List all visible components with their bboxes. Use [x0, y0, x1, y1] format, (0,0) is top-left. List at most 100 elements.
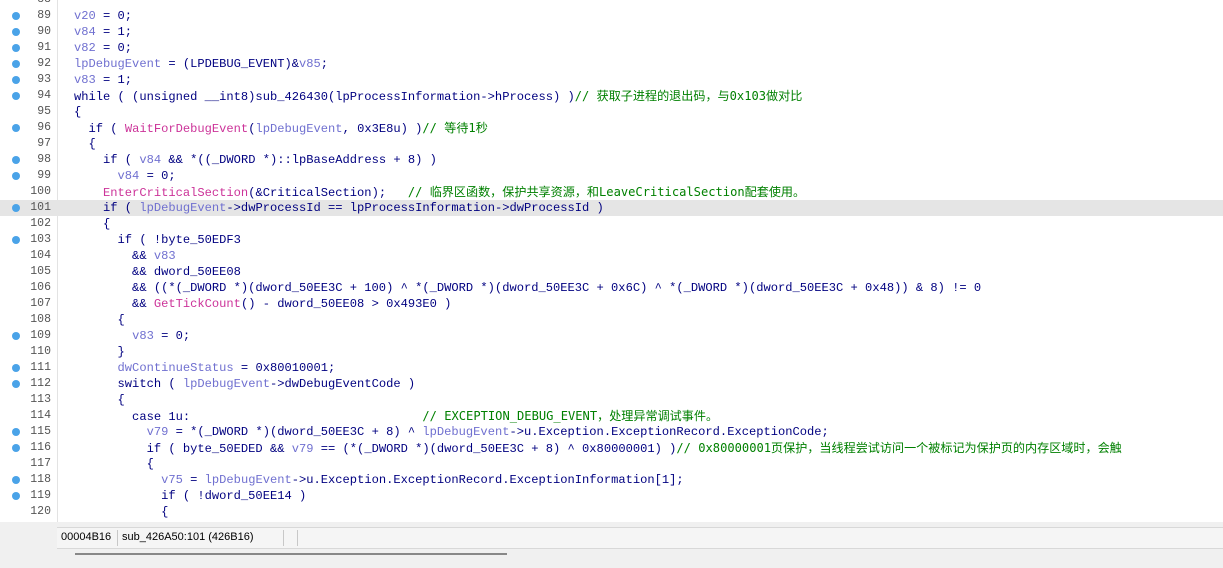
code-line[interactable]: 107 && GetTickCount() - dword_50EE08 > 0…: [0, 296, 1223, 312]
breakpoint-marker-icon[interactable]: [12, 124, 20, 132]
code-line[interactable]: 94 while ( (unsigned __int8)sub_426430(lp…: [0, 88, 1223, 104]
breakpoint-marker-icon[interactable]: [12, 92, 20, 100]
breakpoint-marker-icon[interactable]: [12, 364, 20, 372]
code-line[interactable]: 119 if ( !dword_50EE14 ): [0, 488, 1223, 504]
gutter-cell[interactable]: 90: [0, 24, 57, 40]
code-text[interactable]: v20 = 0;: [74, 8, 132, 24]
code-line[interactable]: 104 && v83: [0, 248, 1223, 264]
code-text[interactable]: {: [74, 312, 125, 328]
code-line-current[interactable]: 101 if ( lpDebugEvent->dwProcessId == lp…: [0, 200, 1223, 216]
code-text[interactable]: if ( WaitForDebugEvent(lpDebugEvent, 0x3…: [74, 120, 488, 137]
code-text[interactable]: {: [74, 136, 96, 152]
breakpoint-marker-icon[interactable]: [12, 76, 20, 84]
gutter-cell[interactable]: 118: [0, 472, 57, 488]
pseudocode-editor[interactable]: 88 89 v20 = 0; 90 v84 = 1; 91 v82 = 0; 92 lpDeb…: [0, 0, 1223, 522]
gutter-cell[interactable]: 119: [0, 488, 57, 504]
code-line[interactable]: 108 {: [0, 312, 1223, 328]
code-text[interactable]: v75 = lpDebugEvent->u.Exception.Exceptio…: [74, 472, 684, 488]
breakpoint-marker-icon[interactable]: [12, 156, 20, 164]
code-text[interactable]: {: [74, 456, 154, 472]
code-text[interactable]: v84 = 0;: [74, 168, 176, 184]
code-line[interactable]: 116 if ( byte_50EDED && v79 == (*(_DWORD…: [0, 440, 1223, 456]
code-line[interactable]: 98 if ( v84 && *((_DWORD *)::lpBaseAddre…: [0, 152, 1223, 168]
gutter-cell[interactable]: 100: [0, 184, 57, 200]
gutter-cell[interactable]: 113: [0, 392, 57, 408]
breakpoint-marker-icon[interactable]: [12, 428, 20, 436]
gutter-cell[interactable]: 95: [0, 104, 57, 120]
scrollbar-thumb[interactable]: [75, 553, 507, 555]
code-line[interactable]: 111 dwContinueStatus = 0x80010001;: [0, 360, 1223, 376]
gutter-cell[interactable]: 89: [0, 8, 57, 24]
gutter-cell[interactable]: 120: [0, 504, 57, 520]
breakpoint-marker-icon[interactable]: [12, 12, 20, 20]
code-line[interactable]: 105 && dword_50EE08: [0, 264, 1223, 280]
breakpoint-marker-icon[interactable]: [12, 172, 20, 180]
gutter-cell[interactable]: 98: [0, 152, 57, 168]
code-line[interactable]: 117 {: [0, 456, 1223, 472]
code-text[interactable]: {: [74, 392, 125, 408]
code-line[interactable]: 102 {: [0, 216, 1223, 232]
code-text[interactable]: dwContinueStatus = 0x80010001;: [74, 360, 336, 376]
breakpoint-marker-icon[interactable]: [12, 204, 20, 212]
code-line[interactable]: 89 v20 = 0;: [0, 8, 1223, 24]
gutter-cell[interactable]: 115: [0, 424, 57, 440]
gutter-cell[interactable]: 94: [0, 88, 57, 104]
code-line[interactable]: 114 case 1u: // EXCEPTION_DEBUG_EVENT，处理…: [0, 408, 1223, 424]
gutter-cell[interactable]: 103: [0, 232, 57, 248]
code-text[interactable]: if ( !byte_50EDF3: [74, 232, 241, 248]
code-text[interactable]: v84 = 1;: [74, 24, 132, 40]
gutter-cell[interactable]: 91: [0, 40, 57, 56]
breakpoint-marker-icon[interactable]: [12, 28, 20, 36]
gutter-cell[interactable]: 108: [0, 312, 57, 328]
breakpoint-marker-icon[interactable]: [12, 44, 20, 52]
code-line[interactable]: 91 v82 = 0;: [0, 40, 1223, 56]
code-line[interactable]: 118 v75 = lpDebugEvent->u.Exception.Exce…: [0, 472, 1223, 488]
code-line[interactable]: 103 if ( !byte_50EDF3: [0, 232, 1223, 248]
code-text[interactable]: && v83: [74, 248, 176, 264]
gutter-cell[interactable]: 106: [0, 280, 57, 296]
code-line[interactable]: 106 && ((*(_DWORD *)(dword_50EE3C + 100)…: [0, 280, 1223, 296]
gutter-cell[interactable]: 96: [0, 120, 57, 136]
code-text[interactable]: {: [74, 504, 168, 520]
code-text[interactable]: {: [74, 104, 81, 120]
gutter-cell[interactable]: 105: [0, 264, 57, 280]
gutter-cell[interactable]: 101: [0, 200, 57, 216]
code-line[interactable]: 110 }: [0, 344, 1223, 360]
gutter-cell[interactable]: 99: [0, 168, 57, 184]
gutter-cell[interactable]: 116: [0, 440, 57, 456]
gutter-cell[interactable]: 117: [0, 456, 57, 472]
breakpoint-marker-icon[interactable]: [12, 380, 20, 388]
code-line[interactable]: 95 {: [0, 104, 1223, 120]
breakpoint-marker-icon[interactable]: [12, 492, 20, 500]
gutter-cell[interactable]: 97: [0, 136, 57, 152]
code-text[interactable]: while ( (unsigned __int8)sub_426430(lpPr…: [74, 88, 802, 105]
code-text[interactable]: if ( !dword_50EE14 ): [74, 488, 306, 504]
code-text[interactable]: && GetTickCount() - dword_50EE08 > 0x493…: [74, 296, 451, 312]
gutter-cell[interactable]: 93: [0, 72, 57, 88]
gutter-cell[interactable]: 114: [0, 408, 57, 424]
code-text[interactable]: v83 = 0;: [74, 328, 190, 344]
gutter-cell[interactable]: 104: [0, 248, 57, 264]
code-text[interactable]: v82 = 0;: [74, 40, 132, 56]
code-line[interactable]: 99 v84 = 0;: [0, 168, 1223, 184]
code-text[interactable]: EnterCriticalSection(&CriticalSection); …: [74, 184, 805, 201]
code-text[interactable]: v79 = *(_DWORD *)(dword_50EE3C + 8) ^ lp…: [74, 424, 829, 440]
breakpoint-marker-icon[interactable]: [12, 332, 20, 340]
gutter-cell[interactable]: 112: [0, 376, 57, 392]
code-line[interactable]: 97 {: [0, 136, 1223, 152]
gutter-cell[interactable]: 107: [0, 296, 57, 312]
code-text[interactable]: if ( lpDebugEvent->dwProcessId == lpProc…: [74, 200, 604, 216]
breakpoint-marker-icon[interactable]: [12, 236, 20, 244]
code-text[interactable]: }: [74, 344, 125, 360]
gutter-cell[interactable]: 92: [0, 56, 57, 72]
breakpoint-marker-icon[interactable]: [12, 444, 20, 452]
code-line[interactable]: 109 v83 = 0;: [0, 328, 1223, 344]
code-line[interactable]: 92 lpDebugEvent = (LPDEBUG_EVENT)&v85;: [0, 56, 1223, 72]
code-line[interactable]: 90 v84 = 1;: [0, 24, 1223, 40]
gutter-cell[interactable]: 110: [0, 344, 57, 360]
code-line[interactable]: 113 {: [0, 392, 1223, 408]
gutter-cell[interactable]: 111: [0, 360, 57, 376]
code-text[interactable]: {: [74, 216, 110, 232]
code-line[interactable]: 93 v83 = 1;: [0, 72, 1223, 88]
breakpoint-marker-icon[interactable]: [12, 60, 20, 68]
